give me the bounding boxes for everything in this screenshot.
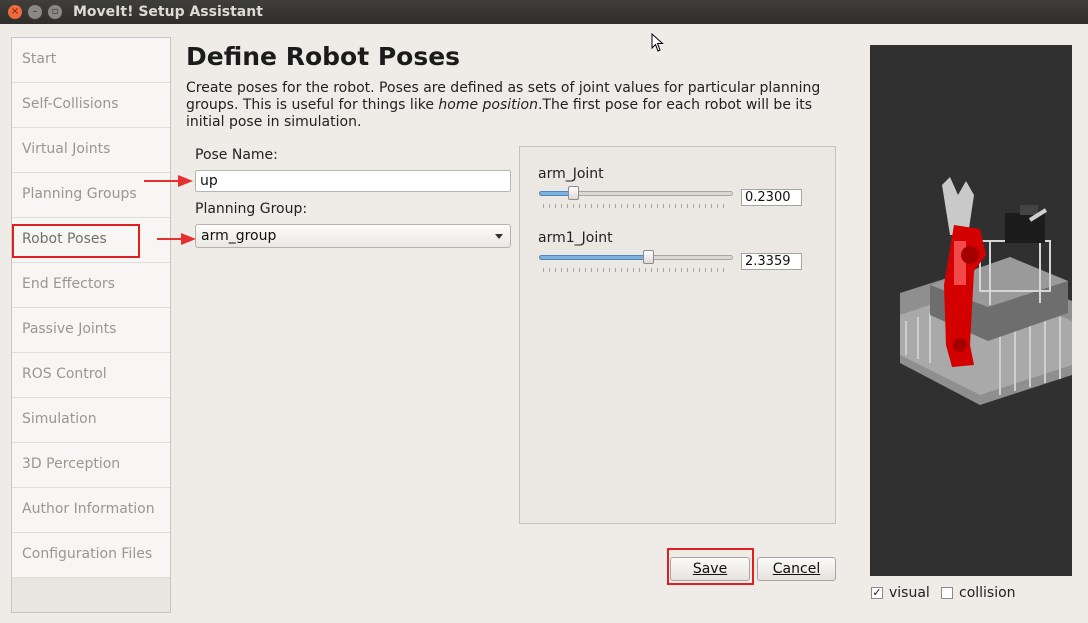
sidebar-item-simulation[interactable]: Simulation: [12, 398, 170, 443]
collision-checkbox[interactable]: [941, 587, 953, 599]
description-emphasis: home position: [438, 97, 538, 113]
sidebar-item-virtual-joints[interactable]: Virtual Joints: [12, 128, 170, 173]
sidebar-item-author-information[interactable]: Author Information: [12, 488, 170, 533]
sidebar-item-label: Author Information: [22, 501, 155, 517]
pose-name-input[interactable]: [195, 170, 511, 192]
close-window-button[interactable]: ×: [8, 5, 22, 19]
sidebar-item-self-collisions[interactable]: Self-Collisions: [12, 83, 170, 128]
maximize-window-button[interactable]: ▫: [48, 5, 62, 19]
joint-slider[interactable]: [539, 250, 733, 272]
sidebar-item-label: 3D Perception: [22, 456, 121, 472]
sidebar-item-label: Configuration Files: [22, 546, 153, 562]
sidebar-item-label: Passive Joints: [22, 321, 117, 337]
joint-value-field[interactable]: 2.3359: [741, 253, 802, 270]
sidebar-item-label: Simulation: [22, 411, 97, 427]
annotation-arrow-icon: [144, 175, 193, 187]
planning-group-value: arm_group: [201, 228, 277, 244]
chevron-down-icon: [495, 234, 503, 239]
joint-name-label: arm_Joint: [538, 166, 604, 182]
sidebar-item-configuration-files[interactable]: Configuration Files: [12, 533, 170, 578]
slider-ticks: [543, 204, 729, 208]
highlight-box-robot-poses: [12, 224, 140, 258]
sidebar-item-end-effectors[interactable]: End Effectors: [12, 263, 170, 308]
slider-fill: [539, 255, 649, 260]
joint-sliders-panel: arm_Joint 0.2300 arm1_Joint 2.3359: [519, 146, 836, 524]
slider-handle[interactable]: [643, 250, 655, 264]
slider-ticks: [543, 268, 729, 272]
joint-name-label: arm1_Joint: [538, 230, 613, 246]
slider-handle[interactable]: [568, 186, 580, 200]
planning-group-select[interactable]: arm_group: [195, 224, 511, 248]
annotation-arrow-icon: [157, 233, 196, 245]
sidebar-item-label: ROS Control: [22, 366, 107, 382]
highlight-box-save: [667, 548, 754, 585]
minimize-window-button[interactable]: –: [28, 5, 42, 19]
sidebar-nav: Start Self-Collisions Virtual Joints Pla…: [11, 37, 171, 613]
robot-model-icon: [900, 177, 1072, 405]
visual-label: visual: [889, 585, 930, 601]
collision-label: collision: [959, 585, 1016, 601]
sidebar-item-passive-joints[interactable]: Passive Joints: [12, 308, 170, 353]
sidebar-item-label: Start: [22, 51, 57, 67]
joint-value-field[interactable]: 0.2300: [741, 189, 802, 206]
title-bar: × – ▫ MoveIt! Setup Assistant: [0, 0, 1088, 24]
page-title: Define Robot Poses: [186, 42, 461, 71]
pose-name-label: Pose Name:: [195, 147, 278, 163]
planning-group-label: Planning Group:: [195, 201, 308, 217]
sidebar-item-3d-perception[interactable]: 3D Perception: [12, 443, 170, 488]
sidebar-item-label: End Effectors: [22, 276, 115, 292]
sidebar-item-label: Virtual Joints: [22, 141, 111, 157]
sidebar-item-label: Self-Collisions: [22, 96, 119, 112]
robot-3d-viewport[interactable]: [870, 45, 1072, 576]
mouse-cursor-icon: [651, 33, 664, 52]
cancel-button[interactable]: Cancel: [757, 557, 836, 581]
page-description: Create poses for the robot. Poses are de…: [186, 80, 826, 131]
window-title: MoveIt! Setup Assistant: [73, 4, 263, 20]
sidebar-item-label: Planning Groups: [22, 186, 137, 202]
joint-slider[interactable]: [539, 186, 733, 208]
sidebar-item-start[interactable]: Start: [12, 38, 170, 83]
sidebar-item-ros-control[interactable]: ROS Control: [12, 353, 170, 398]
visual-checkbox[interactable]: ✓: [871, 587, 883, 599]
